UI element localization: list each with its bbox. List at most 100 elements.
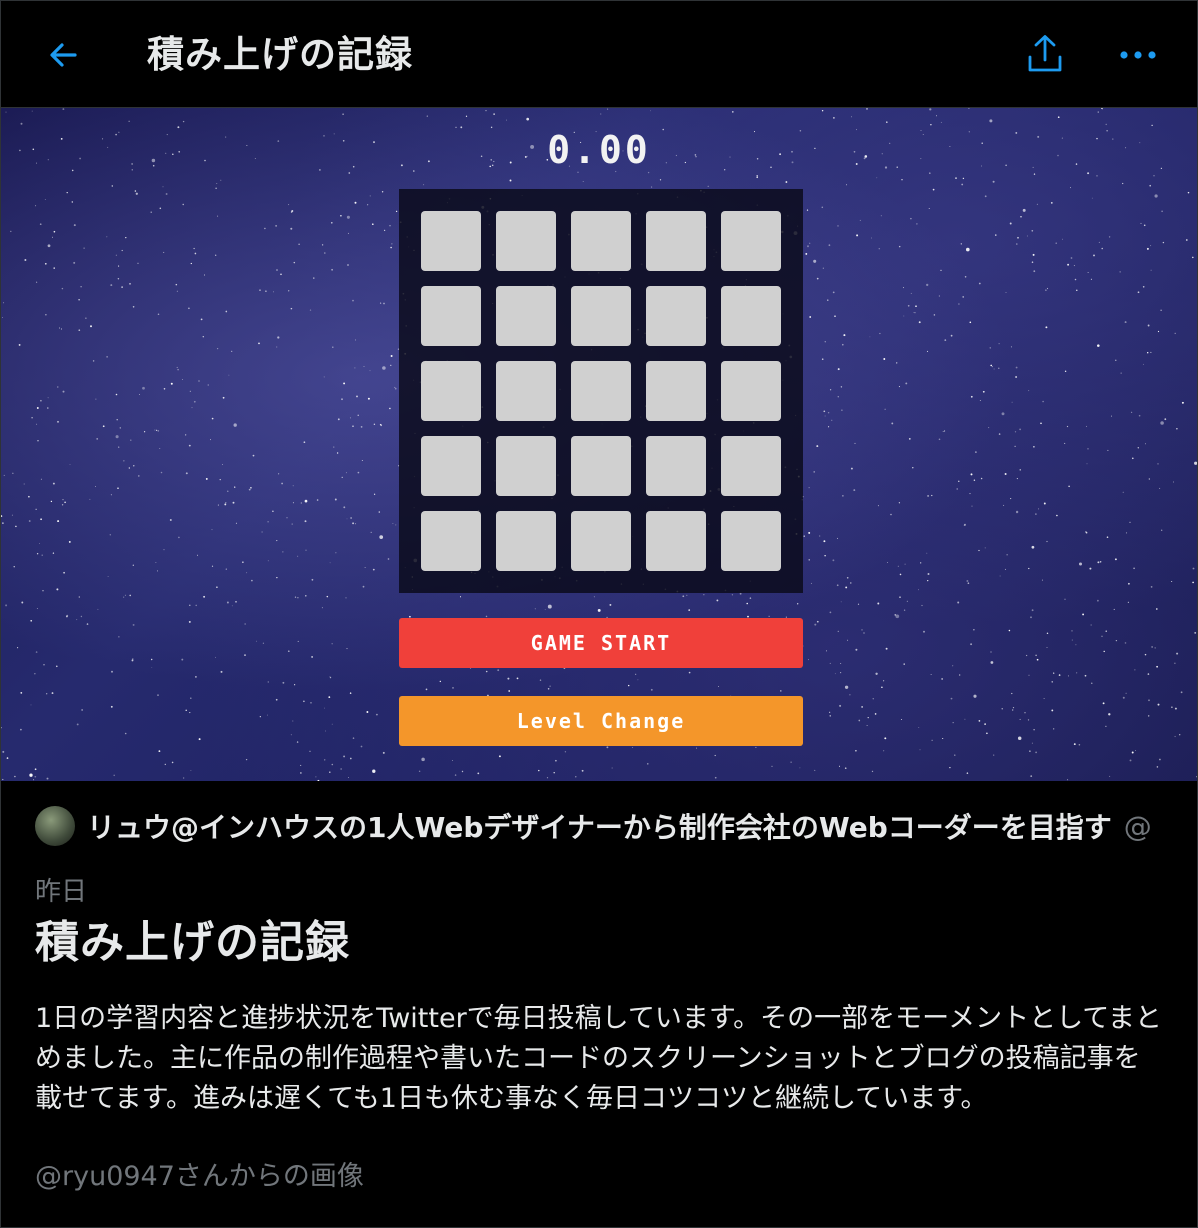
star (73, 261, 76, 264)
star (36, 608, 38, 609)
star (485, 670, 488, 673)
star (899, 573, 902, 576)
star (1012, 709, 1014, 711)
star (838, 765, 841, 767)
moment-cover-image[interactable]: 0.00 GAME START Level Change (1, 108, 1197, 781)
star (76, 619, 78, 621)
game-cell[interactable] (421, 286, 481, 346)
star (1161, 210, 1163, 213)
star (816, 445, 819, 448)
star (714, 754, 716, 757)
star (940, 121, 942, 123)
star (849, 694, 851, 696)
star (850, 467, 853, 470)
star (163, 549, 165, 551)
star (360, 426, 363, 428)
game-cell[interactable] (496, 286, 556, 346)
star (5, 111, 7, 113)
author-handle[interactable]: @ (1124, 810, 1152, 843)
game-cell[interactable] (571, 436, 631, 496)
star (960, 243, 962, 245)
game-cell[interactable] (721, 211, 781, 271)
game-start-button[interactable]: GAME START (399, 618, 803, 668)
star (37, 440, 39, 442)
star (805, 252, 808, 255)
star (1129, 521, 1131, 523)
star (303, 700, 305, 703)
star (1160, 309, 1162, 311)
game-cell[interactable] (496, 211, 556, 271)
star (978, 720, 981, 722)
star (582, 181, 584, 182)
game-cell[interactable] (721, 361, 781, 421)
star (771, 765, 773, 768)
game-cell[interactable] (721, 511, 781, 571)
star (28, 495, 30, 498)
star (1157, 330, 1160, 333)
game-cell[interactable] (646, 286, 706, 346)
share-button[interactable] (1021, 29, 1069, 79)
star (1154, 194, 1158, 198)
star (998, 367, 1000, 369)
star (1174, 662, 1176, 664)
star (367, 204, 369, 206)
star (329, 771, 331, 773)
star (1091, 682, 1093, 684)
game-cell[interactable] (496, 361, 556, 421)
game-cell[interactable] (646, 511, 706, 571)
star (1058, 674, 1061, 676)
star (969, 493, 971, 495)
game-cell[interactable] (421, 361, 481, 421)
star (288, 290, 290, 292)
game-cell[interactable] (646, 361, 706, 421)
game-cell[interactable] (646, 436, 706, 496)
star (553, 771, 555, 774)
star (155, 561, 157, 563)
game-cell[interactable] (421, 511, 481, 571)
author-name[interactable]: リュウ@インハウスの1人Webデザイナーから制作会社のWebコーダーを目指す (87, 806, 1112, 846)
image-credit[interactable]: @ryu0947さんからの画像 (35, 1157, 364, 1197)
game-cell[interactable] (571, 511, 631, 571)
star (611, 767, 613, 769)
game-cell[interactable] (421, 436, 481, 496)
star (903, 315, 905, 317)
game-cell[interactable] (496, 511, 556, 571)
star (1046, 632, 1049, 635)
star (832, 291, 835, 294)
more-button[interactable] (1113, 31, 1163, 79)
author-row[interactable]: リュウ@インハウスの1人Webデザイナーから制作会社のWebコーダーを目指す @ (35, 805, 1165, 847)
star (138, 475, 140, 477)
game-cell[interactable] (646, 211, 706, 271)
star (1051, 709, 1054, 712)
star (1098, 241, 1100, 243)
game-cell[interactable] (721, 286, 781, 346)
star (989, 347, 991, 349)
game-cell[interactable] (571, 286, 631, 346)
avatar[interactable] (35, 806, 75, 846)
back-button[interactable] (39, 31, 87, 79)
star (165, 193, 168, 195)
game-cell[interactable] (571, 361, 631, 421)
star (1031, 742, 1033, 744)
game-cell[interactable] (571, 211, 631, 271)
game-cell[interactable] (496, 436, 556, 496)
star (341, 398, 343, 401)
game-cell[interactable] (421, 211, 481, 271)
star (1009, 222, 1012, 225)
star (821, 110, 824, 112)
star (35, 508, 37, 510)
star (132, 623, 135, 626)
star (813, 259, 817, 263)
star (968, 108, 970, 109)
star (813, 471, 815, 473)
star (1067, 263, 1070, 266)
level-change-button[interactable]: Level Change (399, 696, 803, 746)
star (252, 454, 255, 457)
star (219, 478, 221, 481)
star (858, 719, 861, 722)
star (169, 519, 172, 521)
star (231, 605, 233, 607)
star (294, 684, 296, 686)
star (202, 335, 205, 338)
game-cell[interactable] (721, 436, 781, 496)
